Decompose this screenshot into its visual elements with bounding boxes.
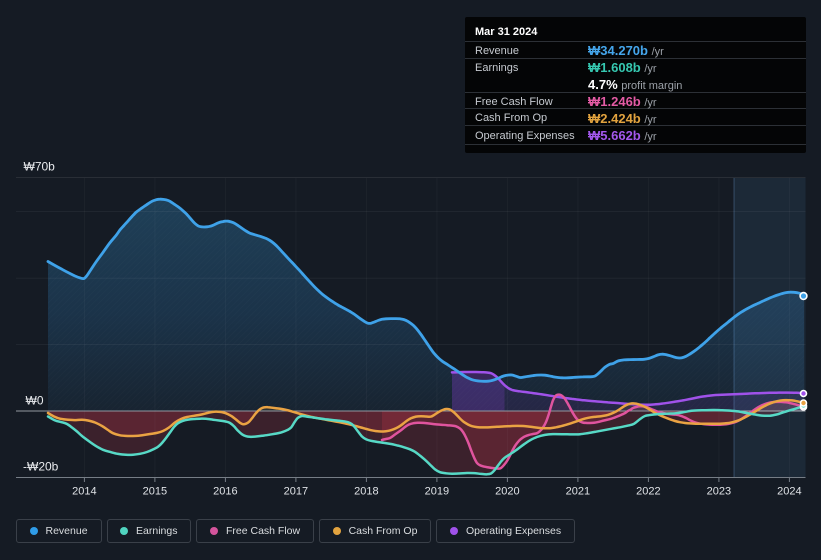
svg-text:2020: 2020 bbox=[495, 485, 519, 497]
svg-text:2021: 2021 bbox=[566, 485, 590, 497]
svg-text:2016: 2016 bbox=[213, 485, 237, 497]
svg-text:2019: 2019 bbox=[425, 485, 449, 497]
svg-text:2017: 2017 bbox=[284, 485, 308, 497]
svg-text:₩0: ₩0 bbox=[26, 394, 44, 408]
svg-text:2018: 2018 bbox=[354, 485, 378, 497]
svg-text:-₩20b: -₩20b bbox=[23, 459, 59, 473]
svg-text:2023: 2023 bbox=[707, 485, 731, 497]
svg-text:2024: 2024 bbox=[777, 485, 801, 497]
svg-text:₩70b: ₩70b bbox=[24, 159, 56, 173]
svg-text:2014: 2014 bbox=[72, 485, 96, 497]
svg-text:2022: 2022 bbox=[636, 485, 660, 497]
svg-text:2015: 2015 bbox=[143, 485, 167, 497]
